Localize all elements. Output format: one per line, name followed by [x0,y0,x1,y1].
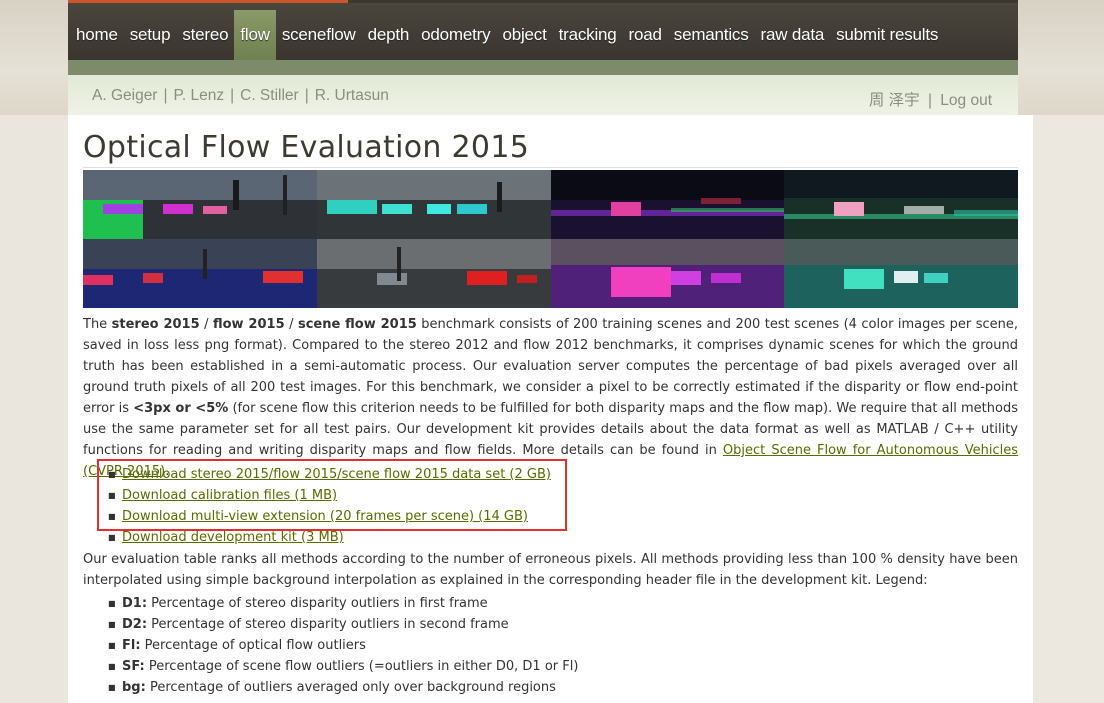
nav-odometry[interactable]: odometry [415,10,496,60]
banner-tile [784,170,1018,239]
banner-tile [550,170,785,239]
intro-bold: <3px or <5% [133,401,229,416]
nav-road[interactable]: road [623,10,668,60]
download-devkit-link[interactable]: Download development kit (3 MB) [122,530,344,545]
nav-setup[interactable]: setup [124,10,177,60]
separator: | [230,87,235,104]
separator: | [304,87,309,104]
author-list: A. Geiger | P. Lenz | C. Stiller | R. Urtasun [92,87,389,105]
legend-item: bg: Percentage of outliers averaged only… [108,677,578,698]
intro-bold: scene flow 2015 [297,317,417,332]
separator: | [927,92,932,109]
author-link[interactable]: R. Urtasun [315,87,389,104]
intro-text: / [199,317,213,332]
page-background-left [0,115,68,703]
banner-image [83,170,1018,308]
username: 周 泽宇 [868,92,920,109]
title-divider [83,167,1018,168]
legend-text: Percentage of scene flow outliers (=outl… [144,659,579,674]
banner-tile [316,170,551,239]
legend-key: D2: [122,617,148,632]
nav-object[interactable]: object [496,10,552,60]
legend-item: SF: Percentage of scene flow outliers (=… [108,656,578,677]
page-background-right [1033,115,1104,703]
nav-sceneflow[interactable]: sceneflow [276,10,362,60]
banner-tile [316,239,551,308]
legend-text: Percentage of stereo disparity outliers … [147,617,509,632]
separator: | [163,87,168,104]
nav-flow[interactable]: flow [234,10,276,60]
banner-tile [784,239,1018,308]
nav-raw-data[interactable]: raw data [755,10,831,60]
legend-key: Fl: [122,638,141,653]
legend-item: Fl: Percentage of optical flow outliers [108,635,578,656]
intro-bold: flow 2015 [212,317,285,332]
legend-text: Percentage of outliers averaged only ove… [145,680,556,695]
intro-text: The [83,317,112,332]
nav-submit-results[interactable]: submit results [830,10,944,60]
legend-key: D1: [122,596,148,611]
intro-bold: stereo 2015 [111,317,200,332]
author-link[interactable]: C. Stiller [240,87,299,104]
intro-text: / [284,317,298,332]
banner-tile [83,170,317,239]
legend-text: Percentage of stereo disparity outliers … [147,596,488,611]
banner-tile [550,239,785,308]
nav-stereo[interactable]: stereo [176,10,234,60]
banner-tile [83,239,317,308]
nav-bottom-bar [68,60,1018,75]
legend-item: D2: Percentage of stereo disparity outli… [108,614,578,635]
legend-list: D1: Percentage of stereo disparity outli… [108,593,578,698]
legend-item: D1: Percentage of stereo disparity outli… [108,593,578,614]
main-content: Optical Flow Evaluation 2015 The stereo … [68,115,1033,703]
legend-key: bg: [122,680,146,695]
evaluation-paragraph: Our evaluation table ranks all methods a… [83,552,1018,588]
nav-depth[interactable]: depth [362,10,416,60]
main-nav: home setup stereo flow sceneflow depth o… [68,3,1018,60]
sub-header: A. Geiger | P. Lenz | C. Stiller | R. Urtasun … [68,75,1018,115]
author-link[interactable]: P. Lenz [174,87,225,104]
logout-link[interactable]: Log out [940,92,992,109]
user-area: 周 泽宇 | Log out [869,88,992,110]
author-link[interactable]: A. Geiger [92,87,157,104]
highlight-box [97,459,567,531]
legend-key: SF: [122,659,145,674]
page-title: Optical Flow Evaluation 2015 [83,130,530,165]
nav-home[interactable]: home [70,10,124,60]
nav-semantics[interactable]: semantics [668,10,755,60]
legend-text: Percentage of optical flow outliers [140,638,366,653]
nav-tracking[interactable]: tracking [553,10,623,60]
intro-paragraph: The stereo 2015 / flow 2015 / scene flow… [83,314,1018,482]
